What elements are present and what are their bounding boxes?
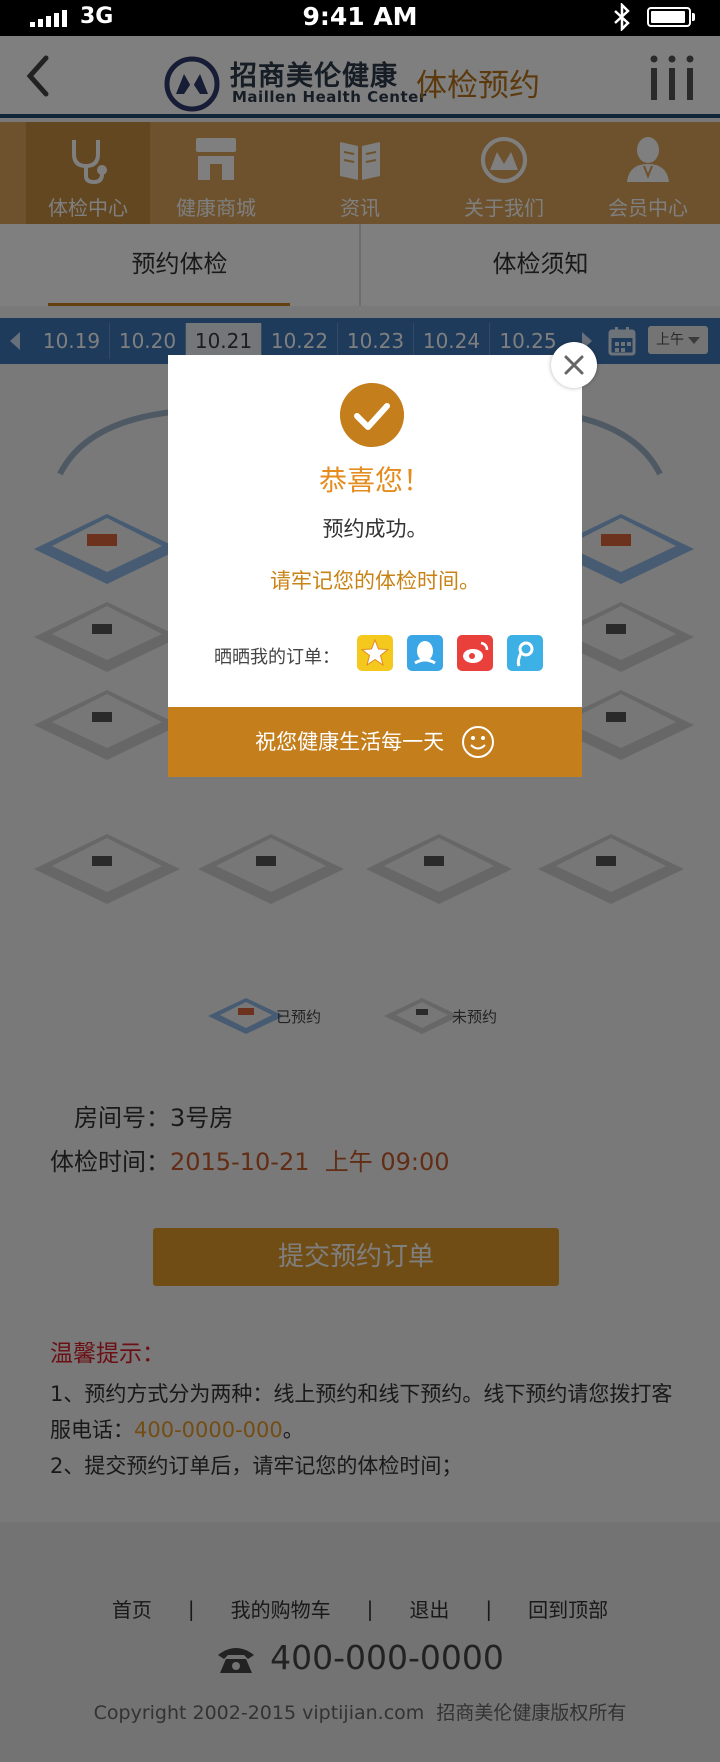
- share-qq-icon[interactable]: [407, 635, 443, 671]
- share-weibo-icon[interactable]: [457, 635, 493, 671]
- check-icon: [340, 383, 404, 447]
- success-modal: 恭喜您！ 预约成功。 请牢记您的体检时间。 晒晒我的订单： 祝您健康生活每一天: [168, 355, 582, 777]
- status-bar: 3G 9:41 AM: [0, 0, 720, 36]
- battery-icon: [647, 7, 695, 27]
- modal-overlay[interactable]: [0, 36, 720, 1762]
- share-star-icon[interactable]: [357, 635, 393, 671]
- close-modal-button[interactable]: [551, 342, 597, 388]
- reminder-text: 请牢记您的体检时间。: [270, 569, 480, 593]
- smile-icon: [461, 726, 494, 758]
- close-icon: [564, 355, 584, 375]
- share-label: 晒晒我的订单：: [214, 647, 340, 668]
- bluetooth-icon: [612, 1, 632, 37]
- share-tencent-weibo-icon[interactable]: [507, 635, 543, 671]
- wish-text: 祝您健康生活每一天: [255, 730, 445, 754]
- congrats-title: 恭喜您！: [318, 464, 431, 497]
- wish-bar: 祝您健康生活每一天: [168, 707, 582, 777]
- success-text: 预约成功。: [322, 517, 428, 541]
